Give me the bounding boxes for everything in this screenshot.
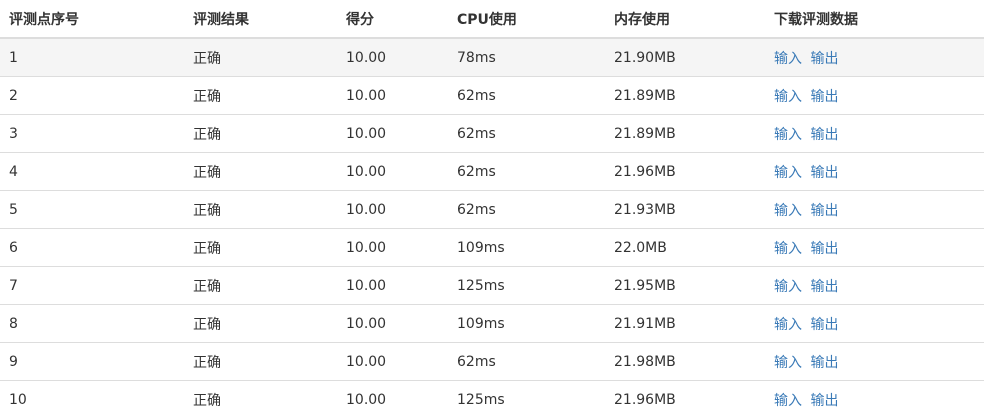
download-input-link[interactable]: 输入 <box>774 393 802 409</box>
cell-memory: 22.0MB <box>605 228 765 267</box>
download-output-link[interactable]: 输出 <box>810 51 838 67</box>
cell-score: 10.00 <box>337 152 448 191</box>
download-input-link[interactable]: 输入 <box>774 165 802 181</box>
download-output-link[interactable]: 输出 <box>810 241 838 257</box>
cell-result: 正确 <box>184 304 337 343</box>
download-output-link[interactable]: 输出 <box>810 127 838 143</box>
table-row: 4 正确 10.00 62ms 21.96MB 输入 输出 <box>0 152 984 191</box>
cell-index: 1 <box>0 38 184 77</box>
cell-result: 正确 <box>184 152 337 191</box>
cell-score: 10.00 <box>337 342 448 381</box>
table-row: 1 正确 10.00 78ms 21.90MB 输入 输出 <box>0 38 984 77</box>
cell-index: 8 <box>0 304 184 343</box>
download-output-link[interactable]: 输出 <box>810 203 838 219</box>
cell-memory: 21.91MB <box>605 304 765 343</box>
download-output-link[interactable]: 输出 <box>810 393 838 409</box>
cell-cpu: 62ms <box>448 342 605 381</box>
cell-result: 正确 <box>184 342 337 381</box>
cell-cpu: 62ms <box>448 190 605 229</box>
cell-index: 9 <box>0 342 184 381</box>
cell-index: 10 <box>0 380 184 418</box>
header-memory: 内存使用 <box>605 0 765 39</box>
download-input-link[interactable]: 输入 <box>774 241 802 257</box>
download-input-link[interactable]: 输入 <box>774 279 802 295</box>
download-output-link[interactable]: 输出 <box>810 279 838 295</box>
table-row: 2 正确 10.00 62ms 21.89MB 输入 输出 <box>0 76 984 115</box>
cell-cpu: 62ms <box>448 114 605 153</box>
download-output-link[interactable]: 输出 <box>810 317 838 333</box>
download-input-link[interactable]: 输入 <box>774 89 802 105</box>
cell-download: 输入 输出 <box>765 76 984 115</box>
download-output-link[interactable]: 输出 <box>810 165 838 181</box>
header-cpu: CPU使用 <box>448 0 605 39</box>
cell-result: 正确 <box>184 114 337 153</box>
cell-cpu: 62ms <box>448 152 605 191</box>
cell-score: 10.00 <box>337 190 448 229</box>
cell-index: 4 <box>0 152 184 191</box>
cell-memory: 21.96MB <box>605 380 765 418</box>
header-result: 评测结果 <box>184 0 337 39</box>
cell-download: 输入 输出 <box>765 190 984 229</box>
cell-result: 正确 <box>184 190 337 229</box>
cell-score: 10.00 <box>337 266 448 305</box>
cell-result: 正确 <box>184 76 337 115</box>
cell-cpu: 109ms <box>448 304 605 343</box>
table-row: 3 正确 10.00 62ms 21.89MB 输入 输出 <box>0 114 984 153</box>
cell-score: 10.00 <box>337 38 448 77</box>
table-row: 10 正确 10.00 125ms 21.96MB 输入 输出 <box>0 380 984 418</box>
table-row: 6 正确 10.00 109ms 22.0MB 输入 输出 <box>0 228 984 267</box>
download-input-link[interactable]: 输入 <box>774 317 802 333</box>
cell-cpu: 109ms <box>448 228 605 267</box>
download-output-link[interactable]: 输出 <box>810 89 838 105</box>
download-input-link[interactable]: 输入 <box>774 127 802 143</box>
cell-result: 正确 <box>184 38 337 77</box>
header-score: 得分 <box>337 0 448 39</box>
cell-result: 正确 <box>184 266 337 305</box>
header-download: 下载评测数据 <box>765 0 984 39</box>
cell-index: 7 <box>0 266 184 305</box>
cell-download: 输入 输出 <box>765 266 984 305</box>
cell-cpu: 78ms <box>448 38 605 77</box>
download-output-link[interactable]: 输出 <box>810 355 838 371</box>
cell-score: 10.00 <box>337 304 448 343</box>
table-row: 5 正确 10.00 62ms 21.93MB 输入 输出 <box>0 190 984 229</box>
cell-download: 输入 输出 <box>765 380 984 418</box>
cell-download: 输入 输出 <box>765 304 984 343</box>
download-input-link[interactable]: 输入 <box>774 203 802 219</box>
cell-download: 输入 输出 <box>765 114 984 153</box>
table-header-row: 评测点序号 评测结果 得分 CPU使用 内存使用 下载评测数据 <box>0 0 984 39</box>
cell-index: 2 <box>0 76 184 115</box>
cell-result: 正确 <box>184 228 337 267</box>
download-input-link[interactable]: 输入 <box>774 51 802 67</box>
cell-score: 10.00 <box>337 76 448 115</box>
cell-memory: 21.95MB <box>605 266 765 305</box>
cell-memory: 21.98MB <box>605 342 765 381</box>
cell-score: 10.00 <box>337 380 448 418</box>
results-table: 评测点序号 评测结果 得分 CPU使用 内存使用 下载评测数据 1 正确 10.… <box>0 0 984 418</box>
cell-score: 10.00 <box>337 228 448 267</box>
cell-download: 输入 输出 <box>765 342 984 381</box>
cell-index: 3 <box>0 114 184 153</box>
cell-memory: 21.93MB <box>605 190 765 229</box>
cell-result: 正确 <box>184 380 337 418</box>
cell-memory: 21.90MB <box>605 38 765 77</box>
cell-cpu: 125ms <box>448 380 605 418</box>
cell-memory: 21.89MB <box>605 76 765 115</box>
cell-memory: 21.96MB <box>605 152 765 191</box>
cell-cpu: 62ms <box>448 76 605 115</box>
download-input-link[interactable]: 输入 <box>774 355 802 371</box>
header-test-index: 评测点序号 <box>0 0 184 39</box>
cell-download: 输入 输出 <box>765 38 984 77</box>
cell-score: 10.00 <box>337 114 448 153</box>
table-row: 8 正确 10.00 109ms 21.91MB 输入 输出 <box>0 304 984 343</box>
cell-download: 输入 输出 <box>765 152 984 191</box>
cell-download: 输入 输出 <box>765 228 984 267</box>
table-row: 7 正确 10.00 125ms 21.95MB 输入 输出 <box>0 266 984 305</box>
cell-index: 5 <box>0 190 184 229</box>
cell-memory: 21.89MB <box>605 114 765 153</box>
cell-cpu: 125ms <box>448 266 605 305</box>
cell-index: 6 <box>0 228 184 267</box>
table-row: 9 正确 10.00 62ms 21.98MB 输入 输出 <box>0 342 984 381</box>
